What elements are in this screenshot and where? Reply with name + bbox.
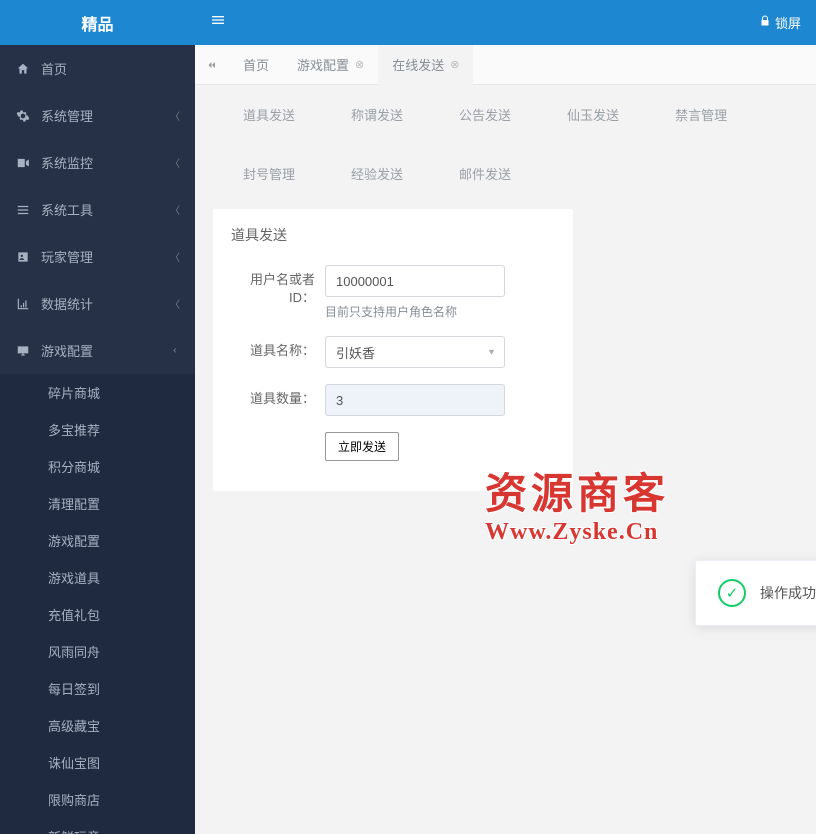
chevron-down-icon: ⌄ xyxy=(170,346,181,354)
chevron-left-icon: 〈 xyxy=(170,202,180,217)
nav-label: 玩家管理 xyxy=(41,247,170,266)
form-row-qty: 道具数量： xyxy=(231,384,555,416)
topbar: 锁屏 xyxy=(195,0,816,45)
panel-title: 道具发送 xyxy=(231,225,555,245)
nav-game-config[interactable]: 游戏配置 ⌄ xyxy=(0,327,195,374)
submenu-item[interactable]: 多宝推荐 xyxy=(0,411,195,448)
submenu: 碎片商城 多宝推荐 积分商城 清理配置 游戏配置 游戏道具 充值礼包 风雨同舟 … xyxy=(0,374,195,834)
tab-game-config[interactable]: 游戏配置 ⊗ xyxy=(283,45,378,85)
success-toast: ✓ 操作成功 xyxy=(695,560,816,626)
submenu-item[interactable]: 积分商城 xyxy=(0,448,195,485)
nav-home[interactable]: 首页 xyxy=(0,45,195,92)
form-row-user: 用户名或者ID： 目前只支持用户角色名称 xyxy=(231,265,555,320)
camera-icon xyxy=(15,156,31,170)
user-icon xyxy=(15,250,31,264)
nav-system-manage[interactable]: 系统管理 〈 xyxy=(0,92,195,139)
submenu-item[interactable]: 充值礼包 xyxy=(0,596,195,633)
monitor-icon xyxy=(15,344,31,358)
submenu-item[interactable]: 碎片商城 xyxy=(0,374,195,411)
submit-button[interactable]: 立即发送 xyxy=(325,432,399,461)
qty-label: 道具数量： xyxy=(231,384,325,416)
tabs-back-button[interactable] xyxy=(201,54,223,76)
subtab[interactable]: 邮件发送 xyxy=(459,164,511,183)
subtab[interactable]: 禁言管理 xyxy=(675,105,727,124)
menu-toggle-icon[interactable] xyxy=(210,12,226,33)
nav-label: 系统工具 xyxy=(41,200,170,219)
nav-data-stats[interactable]: 数据统计 〈 xyxy=(0,280,195,327)
tab-label: 在线发送 xyxy=(392,55,444,74)
submenu-item[interactable]: 新鲜玩意 xyxy=(0,818,195,834)
subtab[interactable]: 封号管理 xyxy=(243,164,295,183)
user-input[interactable] xyxy=(325,265,505,297)
lock-screen-button[interactable]: 锁屏 xyxy=(759,13,801,32)
chart-icon xyxy=(15,297,31,311)
nav-player-manage[interactable]: 玩家管理 〈 xyxy=(0,233,195,280)
list-icon xyxy=(15,203,31,217)
sidebar: 精品 首页 系统管理 〈 系统监控 〈 xyxy=(0,0,195,834)
tab-label: 游戏配置 xyxy=(297,55,349,74)
subtab[interactable]: 经验发送 xyxy=(351,164,403,183)
nav-system-monitor[interactable]: 系统监控 〈 xyxy=(0,139,195,186)
submenu-item[interactable]: 高级藏宝 xyxy=(0,707,195,744)
submenu-item[interactable]: 诛仙宝图 xyxy=(0,744,195,781)
subtab[interactable]: 称谓发送 xyxy=(351,105,403,124)
lock-icon xyxy=(759,15,771,30)
submenu-item[interactable]: 游戏道具 xyxy=(0,559,195,596)
tab-label: 首页 xyxy=(243,55,269,74)
tab-online-send[interactable]: 在线发送 ⊗ xyxy=(378,45,473,85)
form-panel: 道具发送 用户名或者ID： 目前只支持用户角色名称 道具名称： 引妖香 ▾ xyxy=(213,209,573,491)
close-icon[interactable]: ⊗ xyxy=(355,58,364,71)
main: 锁屏 首页 游戏配置 ⊗ 在线发送 ⊗ 道具发送 称谓发送 公告发送 xyxy=(195,0,816,834)
lock-label: 锁屏 xyxy=(775,13,801,32)
form-row-item: 道具名称： 引妖香 ▾ xyxy=(231,336,555,368)
submenu-item[interactable]: 清理配置 xyxy=(0,485,195,522)
nav-label: 系统管理 xyxy=(41,106,170,125)
caret-down-icon: ▾ xyxy=(489,347,494,358)
check-circle-icon: ✓ xyxy=(718,579,746,607)
user-help-text: 目前只支持用户角色名称 xyxy=(325,303,555,320)
submenu-item[interactable]: 风雨同舟 xyxy=(0,633,195,670)
user-label: 用户名或者ID： xyxy=(231,265,325,320)
subtabs: 道具发送 称谓发送 公告发送 仙玉发送 禁言管理 封号管理 经验发送 邮件发送 xyxy=(213,99,798,201)
submenu-item[interactable]: 游戏配置 xyxy=(0,522,195,559)
content: 道具发送 称谓发送 公告发送 仙玉发送 禁言管理 封号管理 经验发送 邮件发送 … xyxy=(195,85,816,834)
subtab[interactable]: 仙玉发送 xyxy=(567,105,619,124)
chevron-left-icon: 〈 xyxy=(170,249,180,264)
nav-label: 数据统计 xyxy=(41,294,170,313)
close-icon[interactable]: ⊗ xyxy=(450,58,459,71)
chevron-left-icon: 〈 xyxy=(170,155,180,170)
nav: 首页 系统管理 〈 系统监控 〈 系统工具 xyxy=(0,45,195,834)
item-label: 道具名称： xyxy=(231,336,325,368)
chevron-left-icon: 〈 xyxy=(170,296,180,311)
nav-label: 游戏配置 xyxy=(41,341,172,360)
subtab[interactable]: 道具发送 xyxy=(243,105,295,124)
gear-icon xyxy=(15,109,31,123)
tabs-bar: 首页 游戏配置 ⊗ 在线发送 ⊗ xyxy=(195,45,816,85)
item-select[interactable]: 引妖香 ▾ xyxy=(325,336,505,368)
tab-home[interactable]: 首页 xyxy=(229,45,283,85)
submenu-item[interactable]: 限购商店 xyxy=(0,781,195,818)
nav-label: 首页 xyxy=(41,59,180,78)
nav-label: 系统监控 xyxy=(41,153,170,172)
subtab[interactable]: 公告发送 xyxy=(459,105,511,124)
chevron-left-icon: 〈 xyxy=(170,108,180,123)
nav-system-tools[interactable]: 系统工具 〈 xyxy=(0,186,195,233)
watermark-line2: Www.Zyske.Cn xyxy=(485,519,669,546)
toast-text: 操作成功 xyxy=(760,583,816,603)
submenu-item[interactable]: 每日签到 xyxy=(0,670,195,707)
item-select-value: 引妖香 xyxy=(336,343,375,362)
home-icon xyxy=(15,62,31,76)
logo: 精品 xyxy=(0,0,195,45)
qty-input[interactable] xyxy=(325,384,505,416)
